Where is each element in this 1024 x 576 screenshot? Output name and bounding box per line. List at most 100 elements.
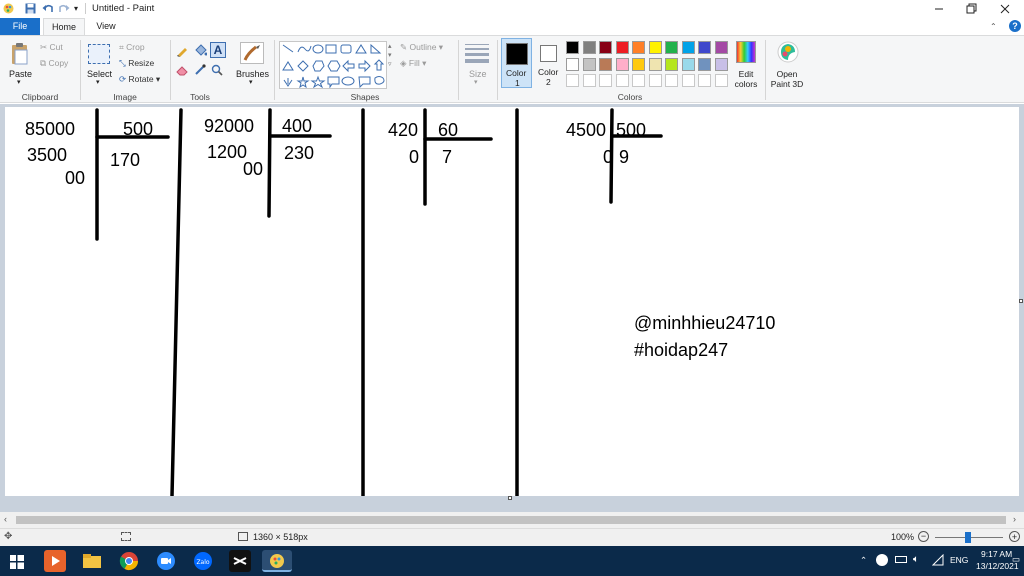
show-hidden-icons-icon[interactable]: ⌃ (860, 555, 867, 566)
custom-color-slot[interactable] (665, 74, 678, 87)
custom-color-slot[interactable] (582, 74, 596, 87)
custom-color-slot[interactable] (566, 74, 579, 87)
text-tool-icon[interactable]: A (210, 42, 226, 58)
palette-swatch[interactable] (665, 41, 678, 54)
eraser-icon[interactable] (176, 64, 188, 78)
canvas-resize-handle-right[interactable] (1019, 299, 1023, 303)
paint-app-icon[interactable] (3, 3, 14, 14)
horizontal-scrollbar[interactable]: ‹ › (0, 512, 1024, 528)
minimize-ribbon-icon[interactable]: ⌃ (990, 22, 997, 31)
zoom-meetings-icon[interactable] (155, 550, 177, 572)
close-button[interactable] (996, 0, 1014, 18)
palette-swatch[interactable] (599, 57, 612, 71)
undo-icon[interactable] (42, 3, 54, 16)
palette-swatch[interactable] (582, 41, 596, 54)
canvas-area[interactable]: 85000 500 3500 170 00 92000 400 1200 230… (0, 104, 1024, 512)
paste-button[interactable]: Paste ▾ (5, 40, 35, 88)
palette-swatch[interactable] (615, 41, 629, 54)
size-button[interactable]: Size ▾ (462, 40, 492, 88)
zoom-tray-icon[interactable] (876, 554, 888, 566)
capcut-icon[interactable] (229, 550, 251, 572)
palette-swatch[interactable] (648, 57, 662, 71)
paint-taskbar-icon[interactable] (262, 550, 292, 572)
brushes-button[interactable]: Brushes ▾ (233, 40, 271, 88)
custom-color-slot[interactable] (599, 74, 612, 87)
select-button[interactable]: Select ▾ (84, 40, 114, 88)
zalo-icon[interactable]: Zalo (192, 550, 214, 572)
palette-swatch[interactable] (681, 57, 695, 71)
clock-time[interactable]: 9:17 AM (981, 549, 1012, 559)
palette-swatch[interactable] (632, 41, 645, 54)
media-player-icon[interactable] (44, 550, 66, 572)
tab-file[interactable]: File (0, 18, 40, 35)
size-icon (465, 44, 489, 63)
fill-button[interactable]: ◈ Fill ▾ (400, 58, 426, 69)
battery-icon[interactable] (895, 556, 907, 563)
shapes-gallery[interactable] (279, 41, 387, 89)
custom-color-slot[interactable] (632, 74, 645, 87)
notification-icon[interactable]: ▭ (1012, 554, 1020, 565)
signature-username: @minhhieu24710 (634, 313, 776, 333)
shapes-scroll-icon[interactable]: ▴ ▾ ▿ (388, 42, 392, 69)
select-dropdown-icon: ▾ (96, 79, 100, 86)
minimize-button[interactable] (930, 0, 948, 18)
pencil-icon[interactable] (176, 45, 188, 59)
zoom-slider-thumb[interactable] (965, 532, 971, 543)
custom-color-slot[interactable] (698, 74, 711, 87)
palette-swatch[interactable] (698, 41, 711, 54)
file-explorer-icon[interactable] (81, 550, 103, 572)
fill-icon: ◈ (400, 58, 407, 68)
volume-icon[interactable]: 🔈︎ (913, 554, 919, 565)
outline-button[interactable]: ✎ Outline ▾ (400, 42, 443, 53)
chrome-icon[interactable] (118, 550, 140, 572)
palette-swatch[interactable] (648, 41, 662, 54)
tab-view[interactable]: View (88, 18, 124, 35)
palette-swatch[interactable] (665, 57, 678, 71)
palette-swatch[interactable] (632, 57, 645, 71)
wifi-icon[interactable] (931, 553, 944, 568)
palette-swatch[interactable] (714, 57, 728, 71)
scroll-left-icon[interactable]: ‹ (4, 514, 7, 524)
scroll-right-icon[interactable]: › (1013, 514, 1016, 524)
resize-button[interactable]: ⤡ Resize (119, 58, 154, 69)
customize-toolbar-icon[interactable]: ▾ (74, 4, 78, 13)
palette-swatch[interactable] (566, 57, 579, 71)
color2-button[interactable]: Color 2 (535, 38, 563, 88)
custom-color-slot[interactable] (714, 74, 728, 87)
palette-swatch[interactable] (714, 41, 728, 54)
redo-icon[interactable] (58, 3, 70, 16)
scroll-thumb[interactable] (16, 516, 1006, 524)
help-icon[interactable]: ? (1009, 20, 1021, 32)
copy-button[interactable]: ⧉ Copy (40, 58, 68, 69)
custom-color-slot[interactable] (681, 74, 695, 87)
canvas-resize-handle-bottom[interactable] (508, 496, 512, 500)
open-paint3d-button[interactable]: Open Paint 3D (768, 40, 806, 90)
div3-dividend: 420 (388, 120, 419, 140)
language-indicator[interactable]: ENG (950, 555, 968, 565)
palette-swatch[interactable] (582, 57, 596, 71)
title-separator (85, 3, 86, 14)
palette-swatch[interactable] (615, 57, 629, 71)
cut-button[interactable]: ✂ Cut (40, 42, 63, 53)
fill-bucket-icon[interactable] (194, 44, 208, 59)
palette-swatch[interactable] (599, 41, 612, 54)
cursor-position-icon: ✥ (4, 531, 13, 542)
color-picker-icon[interactable] (194, 64, 206, 78)
tab-home[interactable]: Home (43, 18, 85, 36)
zoom-in-button[interactable]: + (1009, 531, 1020, 542)
zoom-out-button[interactable]: − (918, 531, 929, 542)
custom-color-slot[interactable] (648, 74, 662, 87)
color1-button[interactable]: Color 1 (501, 38, 532, 88)
rotate-button[interactable]: ⟳ Rotate ▾ (119, 74, 160, 85)
quick-save-icon[interactable] (25, 3, 36, 16)
restore-button[interactable] (962, 0, 980, 18)
crop-button[interactable]: ⌗ Crop (119, 42, 145, 53)
palette-swatch[interactable] (698, 57, 711, 71)
custom-color-slot[interactable] (615, 74, 629, 87)
edit-colors-button[interactable]: Edit colors (731, 40, 761, 90)
palette-swatch[interactable] (681, 41, 695, 54)
windows-start-icon[interactable] (10, 555, 24, 571)
palette-swatch[interactable] (566, 41, 579, 54)
magnifier-icon[interactable] (211, 64, 223, 78)
drawing-canvas[interactable]: 85000 500 3500 170 00 92000 400 1200 230… (5, 107, 1019, 496)
